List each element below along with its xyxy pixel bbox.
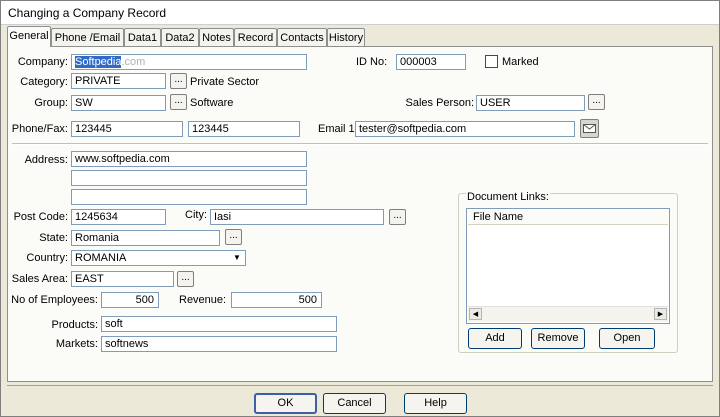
revenue-input[interactable]: 500 <box>231 292 322 308</box>
city-lookup-button[interactable]: ... <box>389 209 406 225</box>
group-label: Group: <box>34 97 68 109</box>
add-document-button[interactable]: Add <box>468 328 522 349</box>
tab-data1[interactable]: Data1 <box>124 28 161 46</box>
tab-contacts[interactable]: Contacts <box>277 28 327 46</box>
tab-general[interactable]: General <box>7 26 51 47</box>
remove-document-button[interactable]: Remove <box>531 328 585 349</box>
marked-label: Marked <box>502 56 539 68</box>
address-line1-input[interactable]: www.softpedia.com <box>71 151 307 167</box>
city-input[interactable]: Iasi <box>210 209 384 225</box>
markets-input[interactable]: softnews <box>101 336 337 352</box>
salesperson-input[interactable]: USER <box>476 95 585 111</box>
fax-input[interactable]: 123445 <box>188 121 300 137</box>
category-input[interactable]: PRIVATE <box>71 73 166 89</box>
chevron-down-icon[interactable]: ▼ <box>230 252 244 264</box>
envelope-icon[interactable] <box>580 119 599 138</box>
idno-input[interactable]: 000003 <box>396 54 466 70</box>
company-record-dialog: Changing a Company Record General Phone … <box>0 0 720 417</box>
state-lookup-button[interactable]: ... <box>225 229 242 245</box>
tab-record[interactable]: Record <box>234 28 277 46</box>
email-input[interactable]: tester@softpedia.com <box>355 121 575 137</box>
state-input[interactable]: Romania <box>71 230 220 246</box>
section-divider <box>12 143 708 145</box>
phonefax-label: Phone/Fax: <box>11 123 68 135</box>
salesarea-input[interactable]: EAST <box>71 271 174 287</box>
salesperson-label: Sales Person: <box>405 97 474 109</box>
title-bar: Changing a Company Record <box>1 1 719 25</box>
tab-phone-email[interactable]: Phone /Email <box>51 28 124 46</box>
country-select[interactable]: ROMANIA ▼ <box>71 250 246 266</box>
general-panel: Company: Softpedia.com ID No: 000003 Mar… <box>7 46 713 382</box>
company-label: Company: <box>17 56 68 68</box>
group-input[interactable]: SW <box>71 95 166 111</box>
document-links-title: Document Links: <box>466 191 550 203</box>
cancel-button[interactable]: Cancel <box>323 393 386 414</box>
document-links-list[interactable]: File Name ◀ ▶ <box>466 208 670 324</box>
phone-input[interactable]: 123445 <box>71 121 183 137</box>
company-input[interactable]: Softpedia.com <box>71 54 307 70</box>
tab-notes[interactable]: Notes <box>199 28 234 46</box>
arrow-left-icon[interactable]: ◀ <box>469 308 482 320</box>
postcode-input[interactable]: 1245634 <box>71 209 166 225</box>
horizontal-scrollbar[interactable]: ◀ ▶ <box>468 306 668 322</box>
category-description: Private Sector <box>190 76 260 88</box>
city-label: City: <box>185 209 207 221</box>
salesarea-label: Sales Area: <box>11 273 68 285</box>
company-selected-text: Softpedia <box>75 56 122 68</box>
footer-divider <box>7 385 713 386</box>
country-selected-value: ROMANIA <box>75 252 127 264</box>
revenue-label: Revenue: <box>179 294 227 306</box>
products-label: Products: <box>51 319 98 331</box>
category-label: Category: <box>20 76 68 88</box>
tab-history[interactable]: History <box>327 28 365 46</box>
window-title: Changing a Company Record <box>8 6 167 20</box>
document-links-group: Document Links: File Name ◀ ▶ Add Remove… <box>458 191 678 353</box>
file-name-column-header[interactable]: File Name <box>468 210 668 225</box>
category-lookup-button[interactable]: ... <box>170 73 187 89</box>
postcode-label: Post Code: <box>13 211 68 223</box>
ok-button[interactable]: OK <box>254 393 317 414</box>
state-label: State: <box>39 232 68 244</box>
tab-data2[interactable]: Data2 <box>161 28 199 46</box>
address-label: Address: <box>24 154 68 166</box>
address-line2-input[interactable] <box>71 170 307 186</box>
country-label: Country: <box>26 252 68 264</box>
group-lookup-button[interactable]: ... <box>170 94 187 110</box>
email-label: Email 1: <box>318 123 358 135</box>
arrow-right-icon[interactable]: ▶ <box>654 308 667 320</box>
company-ghost-text: .com <box>121 56 146 68</box>
help-button[interactable]: Help <box>404 393 467 414</box>
address-line3-input[interactable] <box>71 189 307 205</box>
marked-checkbox[interactable] <box>485 55 498 68</box>
employees-input[interactable]: 500 <box>101 292 159 308</box>
employees-label: No of Employees: <box>11 294 98 306</box>
idno-label: ID No: <box>356 56 388 68</box>
salesperson-lookup-button[interactable]: ... <box>588 94 605 110</box>
products-input[interactable]: soft <box>101 316 337 332</box>
salesarea-lookup-button[interactable]: ... <box>177 271 194 287</box>
group-description: Software <box>190 97 234 109</box>
markets-label: Markets: <box>55 338 98 350</box>
open-document-button[interactable]: Open <box>599 328 655 349</box>
